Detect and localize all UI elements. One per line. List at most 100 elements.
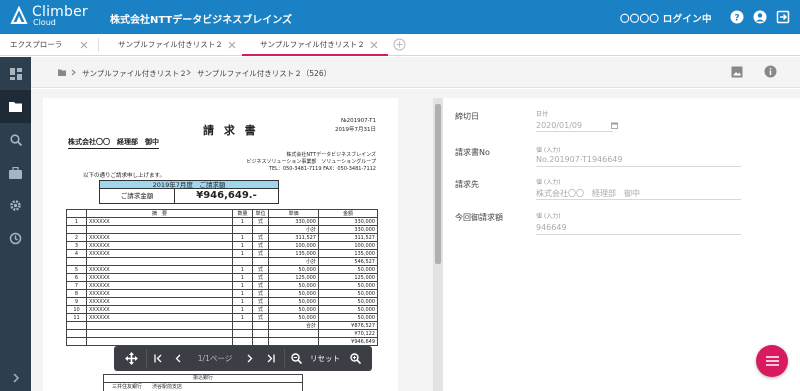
tab-explorer[interactable]: エクスプローラ xyxy=(10,34,100,56)
first-page-icon xyxy=(154,354,162,363)
table-row: 小計 546,527 xyxy=(66,257,378,266)
table-cell xyxy=(232,321,253,330)
folder-icon[interactable] xyxy=(58,69,66,76)
image-icon[interactable] xyxy=(731,66,743,78)
table-cell: 100,000 xyxy=(268,241,319,250)
table-header xyxy=(66,209,87,218)
table-cell: ¥946,649 xyxy=(318,337,378,346)
climber-cloud-logo[interactable]: Climber Cloud xyxy=(9,5,88,27)
field-underline xyxy=(536,166,741,167)
table-cell: 3 xyxy=(66,241,87,250)
table-cell xyxy=(66,257,87,266)
deadline-date-field[interactable]: 2020/01/09 xyxy=(536,121,582,130)
sidebar-item-folder[interactable] xyxy=(0,90,31,123)
table-row: 11 XXXXXX 1 式 50,000 50,000 xyxy=(66,313,378,322)
metadata-form: 締切日 日付 2020/01/09 請求書No 値 (入力) No.201907… xyxy=(443,98,800,391)
zoom-in-button[interactable] xyxy=(347,346,363,371)
close-icon[interactable] xyxy=(370,41,378,49)
sidebar-item-search[interactable] xyxy=(0,123,31,156)
sidebar-expand-button[interactable] xyxy=(0,365,31,391)
table-cell xyxy=(86,321,233,330)
briefcase-icon xyxy=(9,166,22,179)
billing-to-input[interactable]: 株式会社〇〇 経理部 御中 xyxy=(536,188,640,199)
table-row: 1 XXXXXX 1 式 330,000 330,000 xyxy=(66,217,378,226)
company-name: 株式会社NTTデータビジネスブレインズ xyxy=(110,15,293,26)
table-header: 単位 xyxy=(252,209,269,218)
sidebar-item-history[interactable] xyxy=(0,222,31,255)
tab-sample-list-1[interactable]: サンプルファイル付きリスト２ xyxy=(118,34,243,56)
info-icon[interactable] xyxy=(764,65,777,78)
menu-fab-button[interactable] xyxy=(756,345,788,377)
viewer-scrollbar[interactable] xyxy=(433,98,443,391)
table-cell: 50,000 xyxy=(268,281,319,290)
table-cell: ¥876,527 xyxy=(318,321,378,330)
zoom-out-button[interactable] xyxy=(288,346,304,371)
app-header: Climber Cloud 株式会社NTTデータビジネスブレインズ 〇〇〇〇 ロ… xyxy=(0,0,800,34)
table-cell: 1 xyxy=(232,233,253,242)
invoice-date: 2019年7月31日 xyxy=(335,127,376,133)
table-cell xyxy=(86,337,233,346)
help-icon[interactable]: ? xyxy=(730,10,744,24)
table-cell: 2 xyxy=(66,233,87,242)
close-icon[interactable] xyxy=(228,41,236,49)
field-type-label: 日付 xyxy=(536,111,549,118)
table-cell: 330,000 xyxy=(268,217,319,226)
sender-line: ビジネスソリューション事業部 ソリューショングループ xyxy=(246,159,376,165)
table-cell: XXXXXX xyxy=(86,297,233,306)
prev-page-button[interactable] xyxy=(170,346,186,371)
table-cell: 330,000 xyxy=(318,217,378,226)
sidebar-item-settings[interactable] xyxy=(0,189,31,222)
table-cell: 135,000 xyxy=(318,249,378,258)
table-cell: 311,527 xyxy=(318,233,378,242)
table-cell xyxy=(252,257,269,266)
close-icon[interactable] xyxy=(80,41,88,49)
breadcrumb: サンプルファイル付きリスト２ サンプルファイル付きリスト２（526） xyxy=(31,57,800,88)
table-cell: 311,527 xyxy=(268,233,319,242)
table-header: 数量 xyxy=(232,209,253,218)
tab-sample-list-2[interactable]: サンプルファイル付きリスト２ xyxy=(242,34,388,56)
tab-label: サンプルファイル付きリスト２ xyxy=(260,40,365,49)
table-row: 2 XXXXXX 1 式 311,527 311,527 xyxy=(66,233,378,242)
table-cell: 式 xyxy=(252,233,269,242)
sidebar-item-dashboard[interactable] xyxy=(0,57,31,90)
table-cell: 合計 xyxy=(268,321,319,330)
bank-detail: 三井住友銀行 渋谷駅前支店 xyxy=(104,383,302,391)
first-page-button[interactable] xyxy=(149,346,167,371)
reset-zoom-button[interactable]: リセット xyxy=(306,346,344,371)
table-cell: 135,000 xyxy=(268,249,319,258)
table-cell xyxy=(232,225,253,234)
table-cell xyxy=(86,225,233,234)
logo-icon xyxy=(9,5,29,27)
add-tab-icon[interactable] xyxy=(393,38,406,51)
scrollbar-thumb[interactable] xyxy=(435,104,441,264)
table-header: 単価 xyxy=(268,209,319,218)
toolbar-divider xyxy=(284,349,285,368)
user-account-icon[interactable] xyxy=(753,10,767,24)
pan-move-button[interactable] xyxy=(120,346,142,371)
logout-icon[interactable] xyxy=(776,10,790,24)
table-cell: 6 xyxy=(66,273,87,282)
next-page-button[interactable] xyxy=(242,346,258,371)
table-cell: 小計 xyxy=(268,257,319,266)
table-cell: 7 xyxy=(66,281,87,290)
amount-input[interactable]: 946649 xyxy=(536,223,567,232)
total-value: ¥946,649.- xyxy=(196,190,257,201)
invoice-number: №201907-T1 xyxy=(340,118,376,124)
field-label-deadline: 締切日 xyxy=(455,112,479,121)
breadcrumb-item[interactable]: サンプルファイル付きリスト２ xyxy=(82,68,187,79)
table-row: 10 XXXXXX 1 式 50,000 50,000 xyxy=(66,305,378,314)
last-page-button[interactable] xyxy=(262,346,280,371)
table-cell: 50,000 xyxy=(268,297,319,306)
field-underline xyxy=(536,199,741,200)
field-label-invoice-no: 請求書No xyxy=(455,148,490,157)
sidebar-item-briefcase[interactable] xyxy=(0,156,31,189)
invoice-no-input[interactable]: No.201907-T1946649 xyxy=(536,155,623,164)
table-cell: 1 xyxy=(232,297,253,306)
invoice-addressee: 株式会社〇〇 経理部 御中 xyxy=(68,137,159,149)
table-row: 合計 ¥876,527 xyxy=(66,321,378,330)
calendar-icon[interactable] xyxy=(611,122,618,129)
chevron-left-icon xyxy=(175,354,181,363)
field-label-billing-to: 請求先 xyxy=(455,180,479,189)
table-cell: 式 xyxy=(252,289,269,298)
invoice-title: 請 求 書 xyxy=(203,124,259,137)
